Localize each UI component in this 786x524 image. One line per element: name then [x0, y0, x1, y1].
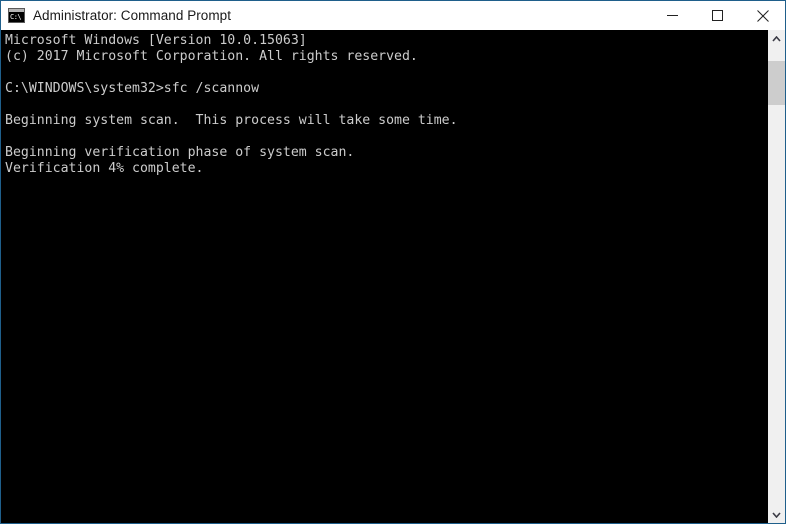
minimize-button[interactable] — [650, 1, 695, 30]
command-prompt-window: C:\ Administrator: Command Prompt Micros… — [0, 0, 786, 524]
scroll-down-button[interactable] — [768, 506, 785, 523]
scrollbar-thumb[interactable] — [768, 61, 785, 105]
console-line: Beginning verification phase of system s… — [5, 145, 355, 160]
command-prompt-icon[interactable]: C:\ — [8, 8, 25, 23]
close-icon — [756, 9, 769, 22]
vertical-scrollbar[interactable] — [768, 30, 785, 523]
console-line: Beginning system scan. This process will… — [5, 113, 458, 128]
titlebar[interactable]: C:\ Administrator: Command Prompt — [1, 1, 785, 30]
maximize-button[interactable] — [695, 1, 740, 30]
close-button[interactable] — [740, 1, 785, 30]
minimize-icon — [667, 15, 678, 16]
console-line: C:\WINDOWS\system32>sfc /scannow — [5, 81, 260, 96]
client-area: Microsoft Windows [Version 10.0.15063] (c… — [1, 30, 785, 523]
scroll-up-button[interactable] — [768, 30, 785, 47]
window-title: Administrator: Command Prompt — [33, 8, 232, 23]
maximize-icon — [712, 10, 723, 21]
console-line: (c) 2017 Microsoft Corporation. All righ… — [5, 49, 418, 64]
console-output[interactable]: Microsoft Windows [Version 10.0.15063] (c… — [1, 30, 768, 523]
console-line: Microsoft Windows [Version 10.0.15063] — [5, 33, 307, 48]
console-line: Verification 4% complete. — [5, 161, 204, 176]
scroll-down-icon — [772, 511, 781, 518]
icon-prompt-text: C:\ — [9, 12, 24, 22]
scroll-up-icon — [772, 35, 781, 42]
scrollbar-track[interactable] — [768, 47, 785, 506]
caption-button-group — [650, 1, 785, 30]
